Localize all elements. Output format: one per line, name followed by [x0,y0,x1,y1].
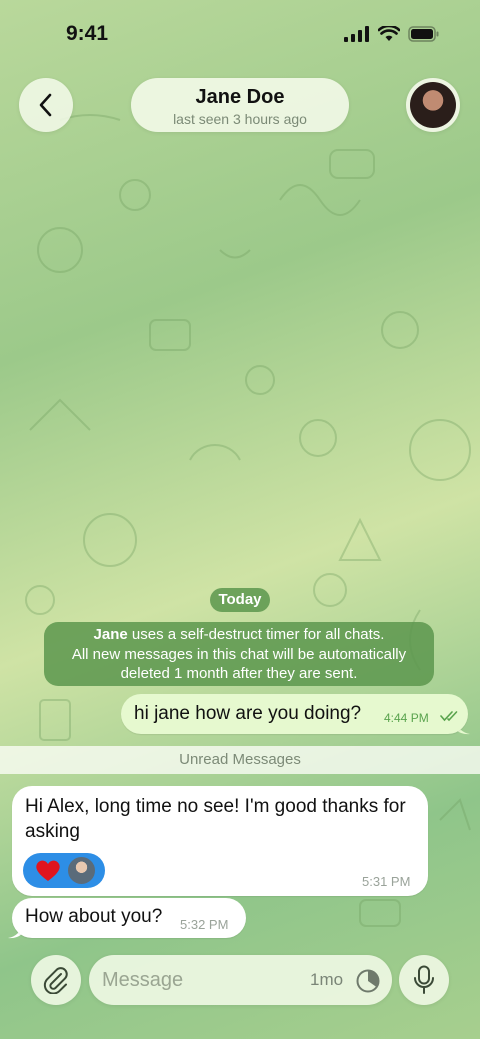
status-bar: 9:41 [0,0,480,70]
message-field[interactable]: 1mo [89,955,392,1005]
message-input[interactable] [102,967,292,993]
outgoing-message-bubble[interactable]: hi jane how are you doing? 4:44 PM [121,694,468,734]
service-line-1: Jane uses a self-destruct timer for all … [44,625,434,645]
contact-avatar-button[interactable] [406,78,460,132]
chevron-left-icon [39,93,52,117]
service-message: Jane uses a self-destruct timer for all … [44,622,434,686]
status-icons [344,26,440,42]
avatar [410,82,456,128]
unread-messages-divider: Unread Messages [0,746,480,774]
wifi-icon [378,26,400,41]
service-text-3: deleted 1 month after they are sent. [120,665,358,682]
contact-name: Jane Doe [195,86,285,108]
attach-button[interactable] [31,955,81,1005]
message-text: Hi Alex, long time no see! I'm good than… [25,796,406,842]
reaction-user-avatar [67,856,96,885]
message-time: 5:32 PM [180,917,229,932]
chat-title[interactable]: Jane Doe last seen 3 hours ago [131,78,349,132]
paperclip-icon [43,967,68,994]
service-text-1: uses a self-destruct timer for all chats… [127,626,385,643]
message-text: hi jane how are you doing? [134,703,362,724]
heart-icon [36,860,60,881]
double-check-icon [440,711,458,722]
battery-icon [408,26,439,42]
incoming-message-bubble[interactable]: Hi Alex, long time no see! I'm good than… [12,786,428,896]
self-destruct-timer-label[interactable]: 1mo [310,970,343,990]
message-time: 4:44 PM [384,711,429,725]
back-button[interactable] [19,78,73,132]
microphone-icon [414,965,434,994]
reaction-chip[interactable] [23,853,105,888]
timer-icon[interactable] [355,968,381,994]
cellular-signal-icon [344,26,369,42]
status-time: 9:41 [66,22,109,45]
message-time: 5:31 PM [362,874,411,889]
last-seen-status: last seen 3 hours ago [173,111,307,127]
voice-message-button[interactable] [399,955,449,1005]
service-text-2: All new messages in this chat will be au… [71,645,407,663]
date-chip: Today [210,588,270,612]
message-text: How about you? [25,906,163,927]
incoming-message-bubble[interactable]: How about you? 5:32 PM [12,898,246,938]
service-contact-name: Jane [93,626,128,643]
